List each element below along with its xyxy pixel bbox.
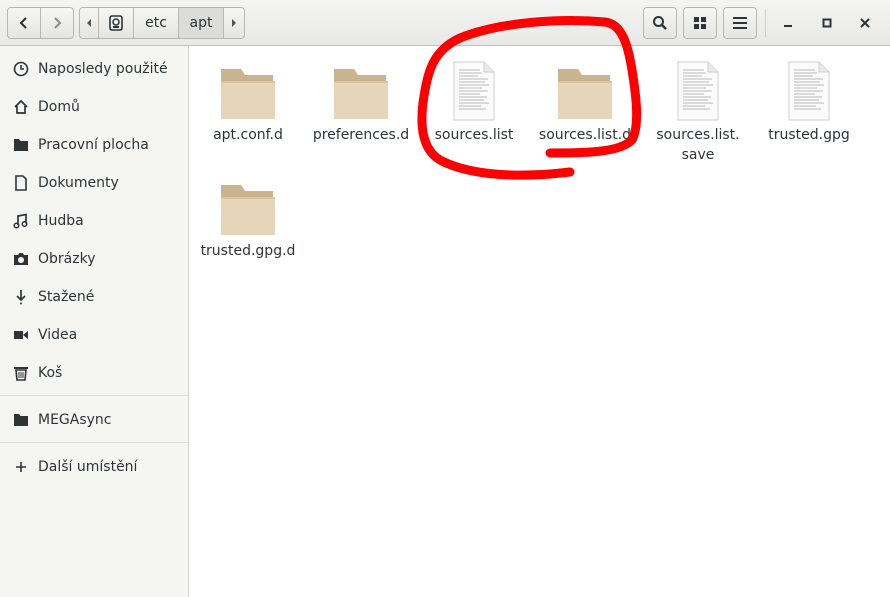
sidebar-item-home[interactable]: Domů <box>0 90 188 124</box>
file-view: apt.conf.d preferences.d sources.list so… <box>190 47 890 597</box>
menu-button[interactable] <box>723 7 757 39</box>
grid-view-icon <box>694 17 706 29</box>
search-button[interactable] <box>643 7 677 39</box>
pathbar-segment-etc[interactable]: etc <box>133 7 179 39</box>
file-item-sources-list-d[interactable]: sources.list.d <box>529 57 641 145</box>
close-icon <box>860 18 870 28</box>
sidebar-item-other-locations[interactable]: Další umístění <box>0 450 188 484</box>
sidebar-item-label: Stažené <box>38 289 95 305</box>
file-item-preferences-d[interactable]: preferences.d <box>305 57 417 145</box>
document-icon <box>12 174 30 192</box>
text-file-icon <box>668 57 728 121</box>
back-button[interactable] <box>7 7 41 39</box>
sidebar-item-megasync[interactable]: MEGAsync <box>0 403 188 437</box>
triangle-right-icon <box>232 19 236 27</box>
pathbar-segment-apt[interactable]: apt <box>178 7 224 39</box>
drive-icon <box>109 15 123 31</box>
pathbar: etc apt <box>79 7 245 39</box>
folder-icon <box>555 57 615 121</box>
sidebar-item-downloads[interactable]: Stažené <box>0 280 188 314</box>
sidebar-item-label: Domů <box>38 99 80 115</box>
file-name: sources.list. save <box>656 127 740 163</box>
download-icon <box>12 288 30 306</box>
sidebar-separator <box>0 442 188 443</box>
header-bar: etc apt <box>0 0 890 46</box>
maximize-icon <box>822 18 832 28</box>
trash-icon <box>12 364 30 382</box>
folder-icon <box>12 411 30 429</box>
sidebar-item-music[interactable]: Hudba <box>0 204 188 238</box>
desktop-folder-icon <box>12 136 30 154</box>
file-name: sources.list <box>434 127 514 143</box>
recent-clock-icon <box>12 60 30 78</box>
sidebar-item-desktop[interactable]: Pracovní plocha <box>0 128 188 162</box>
sidebar-item-label: Dokumenty <box>38 175 119 191</box>
file-name: sources.list.d <box>538 127 632 143</box>
pathbar-segment-label: etc <box>145 15 167 31</box>
triangle-left-icon <box>87 19 91 27</box>
camera-icon <box>12 250 30 268</box>
sidebar-item-label: Koš <box>38 365 63 381</box>
minimize-button[interactable] <box>776 11 800 35</box>
sidebar-item-documents[interactable]: Dokumenty <box>0 166 188 200</box>
file-item-sources-list[interactable]: sources.list <box>418 57 530 145</box>
file-name: apt.conf.d <box>213 127 283 143</box>
sidebar-item-label: MEGAsync <box>38 412 112 428</box>
plus-icon <box>12 458 30 476</box>
header-separator <box>765 9 766 37</box>
sidebar: Naposledy použité Domů Pracovní plocha D… <box>0 46 189 597</box>
home-icon <box>12 98 30 116</box>
music-icon <box>12 212 30 230</box>
file-item-trusted-gpg[interactable]: trusted.gpg <box>753 57 865 145</box>
sidebar-item-recent[interactable]: Naposledy použité <box>0 52 188 86</box>
close-button[interactable] <box>853 11 877 35</box>
view-toggle-button[interactable] <box>683 7 717 39</box>
file-name: trusted.gpg.d <box>200 243 296 259</box>
folder-icon <box>218 173 278 237</box>
hamburger-menu-icon <box>733 17 747 29</box>
file-name: preferences.d <box>312 127 410 143</box>
sidebar-item-pictures[interactable]: Obrázky <box>0 242 188 276</box>
pathbar-scroll-right[interactable] <box>223 7 245 39</box>
sidebar-item-label: Pracovní plocha <box>38 137 149 153</box>
sidebar-item-videos[interactable]: Videa <box>0 318 188 352</box>
pathbar-segment-label: apt <box>189 15 213 31</box>
file-item-trusted-gpg-d[interactable]: trusted.gpg.d <box>192 173 304 261</box>
chevron-right-icon <box>54 17 62 29</box>
sidebar-item-label: Hudba <box>38 213 84 229</box>
forward-button[interactable] <box>40 7 74 39</box>
sidebar-item-label: Naposledy použité <box>38 61 168 77</box>
file-item-sources-list-save[interactable]: sources.list. save <box>642 57 754 165</box>
text-file-icon <box>779 57 839 121</box>
sidebar-item-label: Videa <box>38 327 78 343</box>
minimize-icon <box>784 25 792 27</box>
file-item-apt-conf-d[interactable]: apt.conf.d <box>192 57 304 145</box>
sidebar-item-label: Další umístění <box>38 459 138 475</box>
sidebar-item-trash[interactable]: Koš <box>0 356 188 390</box>
sidebar-item-label: Obrázky <box>38 251 96 267</box>
sidebar-separator <box>0 395 188 396</box>
maximize-button[interactable] <box>815 11 839 35</box>
folder-icon <box>331 57 391 121</box>
text-file-icon <box>444 57 504 121</box>
folder-icon <box>218 57 278 121</box>
pathbar-root-button[interactable] <box>98 7 134 39</box>
search-icon <box>653 16 667 30</box>
video-icon <box>12 326 30 344</box>
chevron-left-icon <box>19 17 27 29</box>
file-name: trusted.gpg <box>768 127 850 143</box>
pathbar-scroll-left[interactable] <box>79 7 99 39</box>
